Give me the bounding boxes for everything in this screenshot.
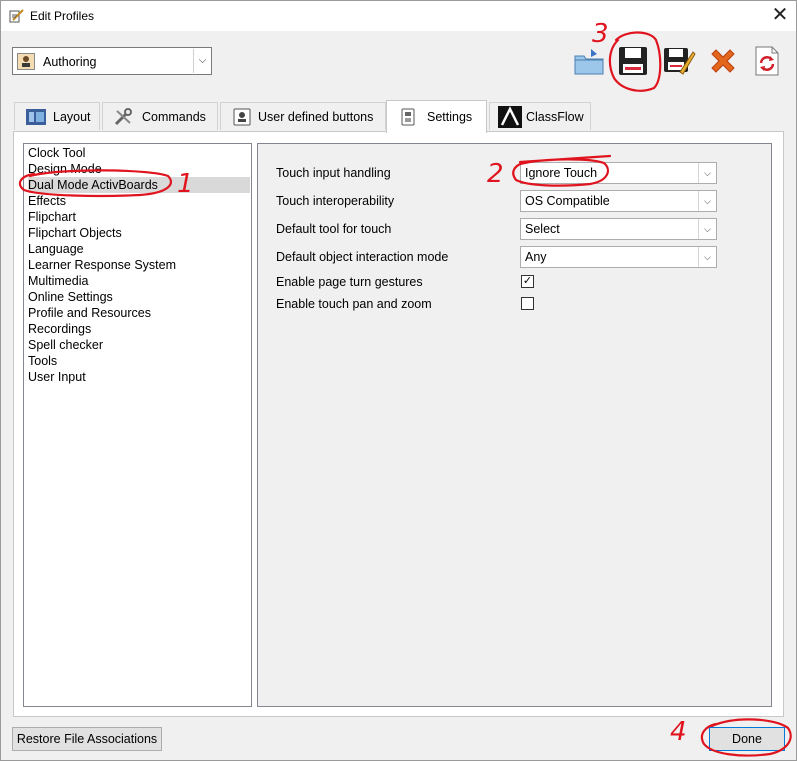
list-item[interactable]: Online Settings <box>28 289 250 305</box>
profile-card-icon <box>17 53 35 70</box>
tab-settings[interactable]: Settings <box>386 100 487 133</box>
profile-select[interactable]: Authoring ⌵ <box>12 47 212 75</box>
list-item[interactable]: Effects <box>28 193 250 209</box>
page-turn-checkbox[interactable]: ✓ <box>521 275 534 288</box>
chevron-down-icon[interactable]: ⌵ <box>698 247 716 267</box>
tab-user-defined-buttons[interactable]: User defined buttons <box>220 102 386 130</box>
interaction-mode-select[interactable]: Any ⌵ <box>520 246 717 268</box>
list-item[interactable]: Flipchart <box>28 209 250 225</box>
tab-label: User defined buttons <box>258 110 374 124</box>
list-item[interactable]: Profile and Resources <box>28 305 250 321</box>
list-item[interactable]: Language <box>28 241 250 257</box>
interop-label: Touch interoperability <box>276 194 395 208</box>
list-item[interactable]: Flipchart Objects <box>28 225 250 241</box>
list-item[interactable]: Tools <box>28 353 250 369</box>
delete-icon[interactable] <box>706 44 740 78</box>
list-item[interactable]: Spell checker <box>28 337 250 353</box>
tools-icon <box>114 108 132 126</box>
tab-commands[interactable]: Commands <box>102 102 218 130</box>
tab-layout[interactable]: Layout <box>14 102 100 130</box>
chevron-down-icon[interactable]: ⌵ <box>698 163 716 183</box>
list-item[interactable]: Learner Response System <box>28 257 250 273</box>
interop-value: OS Compatible <box>525 194 610 208</box>
tab-classflow[interactable]: ClassFlow <box>489 102 591 130</box>
default-tool-value: Select <box>525 222 560 236</box>
default-tool-select[interactable]: Select ⌵ <box>520 218 717 240</box>
save-as-icon[interactable] <box>662 44 696 78</box>
user-button-icon <box>233 108 251 126</box>
settings-icon <box>401 108 415 126</box>
chevron-down-icon[interactable]: ⌵ <box>698 219 716 239</box>
chevron-down-icon[interactable]: ⌵ <box>698 191 716 211</box>
save-icon[interactable] <box>616 44 650 78</box>
chevron-down-icon[interactable]: ⌵ <box>193 49 211 73</box>
list-item[interactable]: Clock Tool <box>28 145 250 161</box>
category-list[interactable]: Clock Tool Design Mode Dual Mode ActivBo… <box>23 143 252 707</box>
new-profile-icon[interactable] <box>572 44 606 78</box>
touch-input-select[interactable]: Ignore Touch ⌵ <box>520 162 717 184</box>
close-button[interactable]: ✕ <box>764 1 796 31</box>
tab-label: Settings <box>427 110 473 124</box>
window-title: Edit Profiles <box>30 9 95 23</box>
profile-select-value: Authoring <box>43 55 97 69</box>
list-item[interactable]: Recordings <box>28 321 250 337</box>
layout-icon <box>26 109 46 125</box>
default-tool-label: Default tool for touch <box>276 222 392 236</box>
touch-input-value: Ignore Touch <box>525 166 598 180</box>
settings-area: Touch input handling Ignore Touch ⌵ Touc… <box>257 143 772 707</box>
interop-select[interactable]: OS Compatible ⌵ <box>520 190 717 212</box>
classflow-icon <box>498 106 522 128</box>
tab-label: Layout <box>53 110 91 124</box>
interaction-mode-value: Any <box>525 250 547 264</box>
touch-input-label: Touch input handling <box>276 166 391 180</box>
restore-file-associations-button[interactable]: Restore File Associations <box>12 727 162 751</box>
refresh-icon[interactable] <box>750 44 784 78</box>
tab-label: Commands <box>142 110 206 124</box>
pan-zoom-checkbox[interactable] <box>521 297 534 310</box>
interaction-mode-label: Default object interaction mode <box>276 250 449 264</box>
done-button[interactable]: Done <box>709 727 785 751</box>
list-item[interactable]: Design Mode <box>28 161 250 177</box>
list-item-selected[interactable]: Dual Mode ActivBoards <box>28 177 250 193</box>
tab-label: ClassFlow <box>526 110 584 124</box>
list-item[interactable]: Multimedia <box>28 273 250 289</box>
app-icon <box>9 9 24 23</box>
title-bar <box>1 1 796 31</box>
page-turn-label: Enable page turn gestures <box>276 275 423 289</box>
list-item[interactable]: User Input <box>28 369 250 385</box>
pan-zoom-label: Enable touch pan and zoom <box>276 297 432 311</box>
